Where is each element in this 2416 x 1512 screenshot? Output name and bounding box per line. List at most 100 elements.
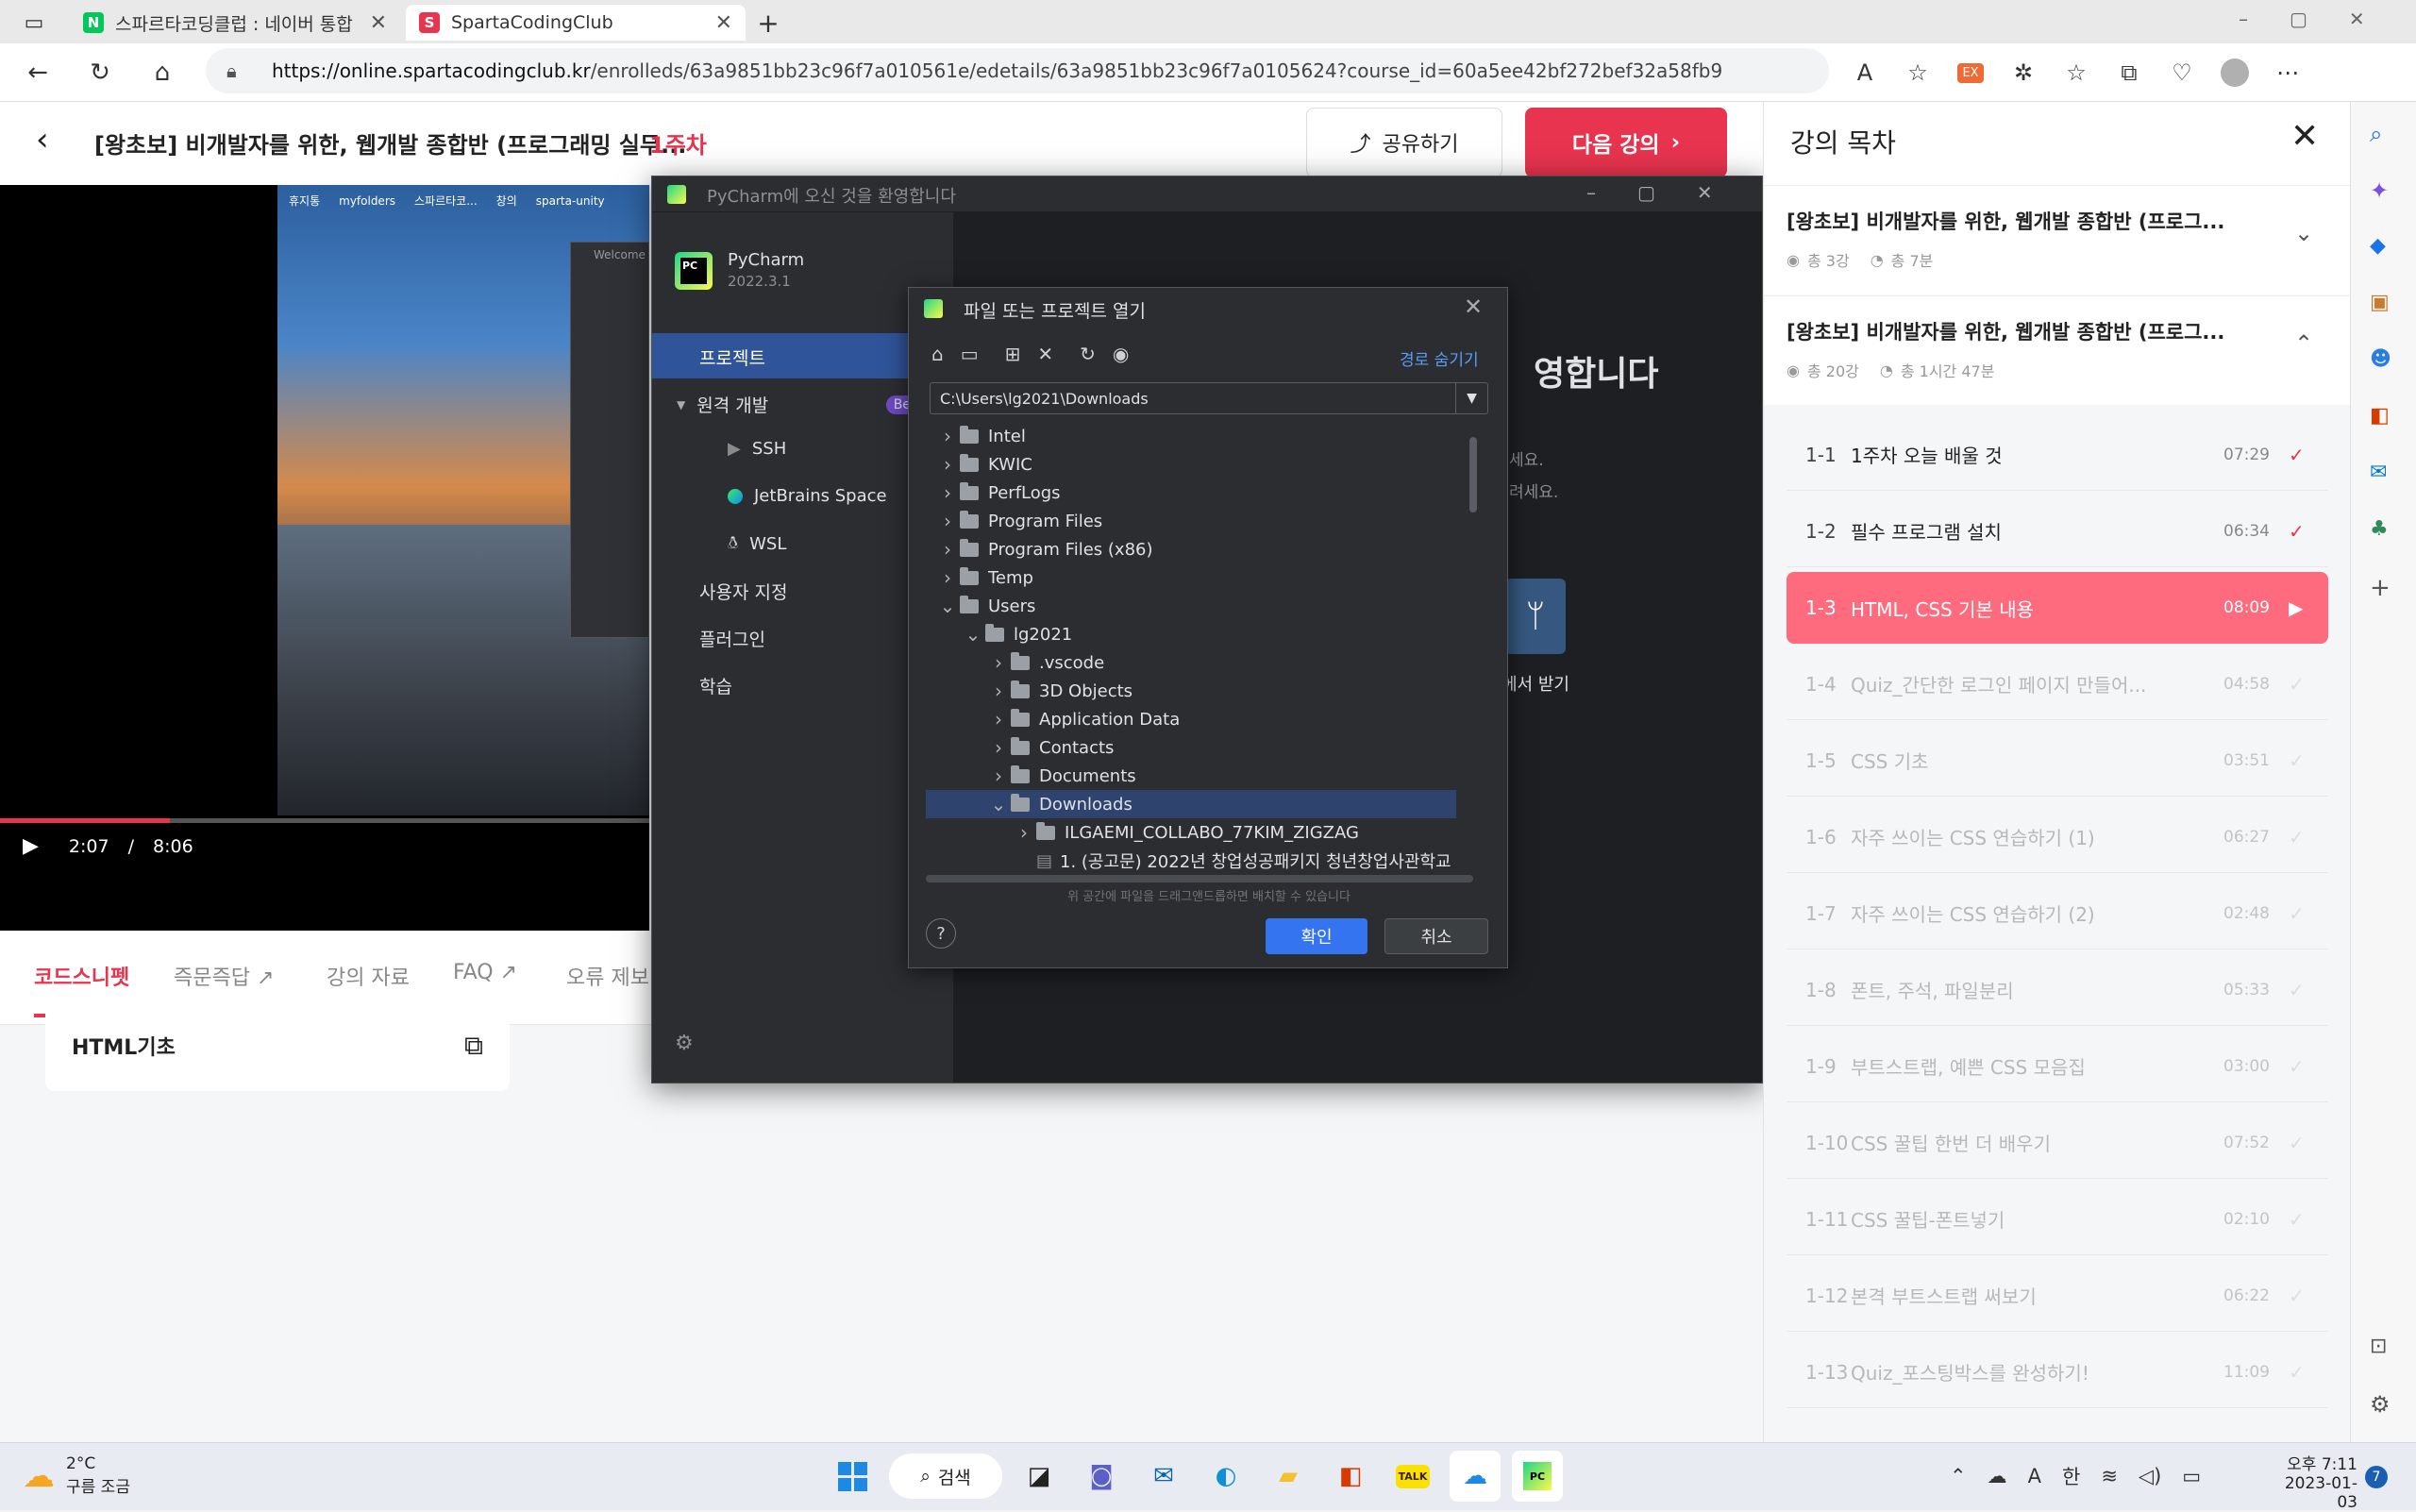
clock[interactable]: 오후 7:11 2023-01-03 xyxy=(2267,1451,2357,1512)
home-icon[interactable]: ⌂ xyxy=(931,343,944,365)
chevron-down-icon[interactable]: ⌄ xyxy=(961,623,985,646)
tab-qna[interactable]: 즉문즉답 ↗ xyxy=(174,961,274,991)
settings-gear-icon[interactable]: ⚙ xyxy=(2370,1391,2391,1418)
tree-node[interactable]: › .vscode xyxy=(926,648,1456,677)
chevron-down-icon[interactable]: ⌄ xyxy=(935,595,960,617)
chevron-down-icon[interactable]: ▼ xyxy=(1455,383,1487,413)
games-icon[interactable]: ☻ xyxy=(2370,347,2391,371)
extension-icon[interactable]: EX xyxy=(1952,54,1989,92)
home-icon[interactable]: ⌂ xyxy=(142,52,183,93)
ime-han-indicator[interactable]: 한 xyxy=(2062,1462,2080,1490)
toc-section-2[interactable]: [왕초보] 비개발자를 위한, 웹개발 종합반 (프로그... ◉ 총 20강 ◔… xyxy=(1764,295,2351,405)
nav-remote-dev[interactable]: ▼ 원격 개발 Beta xyxy=(677,392,931,417)
nav-learn[interactable]: 학습 xyxy=(699,673,732,698)
close-icon[interactable]: ✕ xyxy=(370,11,387,35)
chevron-right-icon[interactable]: › xyxy=(1012,821,1036,844)
chevron-down-icon[interactable]: ⌄ xyxy=(986,793,1011,815)
add-icon[interactable]: + xyxy=(2370,574,2391,602)
tree-node[interactable]: › Program Files (x86) xyxy=(926,535,1456,563)
extensions-puzzle-icon[interactable]: ✲ xyxy=(2005,54,2042,92)
mail-icon[interactable]: ✉ xyxy=(1138,1451,1189,1502)
chevron-right-icon[interactable]: › xyxy=(986,736,1011,759)
ok-button[interactable]: 확인 xyxy=(1266,918,1367,954)
favorite-add-icon[interactable]: ☆ xyxy=(1899,54,1937,92)
chevron-right-icon[interactable]: › xyxy=(935,453,960,476)
next-lesson-button[interactable]: 다음 강의 › xyxy=(1525,108,1727,177)
teams-chat-icon[interactable]: ◙ xyxy=(1076,1451,1127,1502)
search-icon[interactable]: ⌕ xyxy=(2370,121,2382,147)
chevron-right-icon[interactable]: › xyxy=(935,510,960,532)
video-player[interactable]: Welcome 휴지통 myfolders 스파르타코... 창의 sparta… xyxy=(0,185,649,931)
refresh-icon[interactable]: ↻ xyxy=(79,52,121,93)
show-hidden-icon[interactable]: ◉ xyxy=(1113,343,1129,365)
network-error-icon[interactable]: ☁ xyxy=(1988,1465,2007,1487)
tree-node[interactable]: › Temp xyxy=(926,563,1456,592)
volume-icon[interactable]: ◁) xyxy=(2139,1465,2161,1487)
chevron-right-icon[interactable]: › xyxy=(935,481,960,504)
profile-avatar[interactable] xyxy=(2216,54,2254,92)
tab-faq[interactable]: FAQ ↗ xyxy=(453,961,517,984)
battery-icon[interactable]: ▭ xyxy=(2182,1465,2201,1487)
back-arrow-icon[interactable]: ‹ xyxy=(36,121,49,159)
photos-icon[interactable]: ☁ xyxy=(1450,1451,1501,1502)
path-input[interactable]: C:\Users\lg2021\Downloads ▼ xyxy=(930,382,1488,414)
kakaotalk-icon[interactable]: TALK xyxy=(1387,1451,1438,1502)
pycharm-window-controls[interactable]: –▢✕ xyxy=(1586,181,1754,204)
tree-scrollbar[interactable] xyxy=(1469,437,1477,512)
new-tab-icon[interactable]: + xyxy=(747,2,789,43)
lesson-item[interactable]: 1-10 CSS 꿀팁 한번 더 배우기 07:52 ✓ xyxy=(1787,1107,2328,1179)
wifi-icon[interactable]: ≋ xyxy=(2101,1465,2118,1487)
tree-node[interactable]: › ILGAEMI_COLLABO_77KIM_ZIGZAG xyxy=(926,818,1456,847)
lesson-item[interactable]: 1-7 자주 쓰이는 CSS 연습하기 (2) 02:48 ✓ xyxy=(1787,878,2328,949)
chevron-right-icon[interactable]: › xyxy=(986,680,1011,702)
tree-node[interactable]: › KWIC xyxy=(926,450,1456,479)
play-icon[interactable]: ▶ xyxy=(23,834,39,858)
tree-node[interactable]: › Documents xyxy=(926,762,1456,790)
nav-plugins[interactable]: 플러그인 xyxy=(699,626,765,651)
pycharm-taskbar-icon[interactable]: PC xyxy=(1512,1451,1563,1502)
read-aloud-icon[interactable]: A xyxy=(1846,54,1884,92)
chevron-right-icon[interactable]: › xyxy=(986,708,1011,731)
lesson-item[interactable]: 1-6 자주 쓰이는 CSS 연습하기 (1) 06:27 ✓ xyxy=(1787,801,2328,873)
close-icon[interactable]: ✕ xyxy=(1464,294,1483,320)
nav-projects[interactable]: 프로젝트 xyxy=(699,344,765,370)
tab-code-snippet[interactable]: 코드스니펫 xyxy=(34,961,129,991)
toc-section-1[interactable]: [왕초보] 비개발자를 위한, 웹개발 종합반 (프로그... ◉ 총 3강 ◔ 총… xyxy=(1764,185,2351,294)
delete-icon[interactable]: ✕ xyxy=(1037,343,1053,365)
tree-node[interactable]: ▤ 1. (공고문) 2022년 창업성공패키지 청년창업사관학교 xyxy=(926,847,1456,875)
favorites-icon[interactable]: ☆ xyxy=(2057,54,2095,92)
tree-node[interactable]: › Application Data xyxy=(926,705,1456,733)
new-folder-icon[interactable]: ⊞ xyxy=(1005,343,1021,365)
file-explorer-icon[interactable]: ▰ xyxy=(1263,1451,1314,1502)
tools-icon[interactable]: ▣ xyxy=(2370,291,2390,314)
lesson-item[interactable]: 1-12 본격 부트스트랩 써보기 06:22 ✓ xyxy=(1787,1260,2328,1332)
nav-customize[interactable]: 사용자 지정 xyxy=(699,579,787,604)
lesson-item[interactable]: 1-3 HTML, CSS 기본 내용 08:09 ▶ xyxy=(1787,572,2328,644)
chevron-right-icon[interactable]: › xyxy=(935,425,960,447)
lesson-item[interactable]: 1-2 필수 프로그램 설치 06:34 ✓ xyxy=(1787,496,2328,567)
split-screen-icon[interactable]: ⊡ xyxy=(2370,1335,2387,1358)
tree-node[interactable]: ⌄ Users xyxy=(926,592,1456,620)
url-field[interactable]: 🔒︎ https://online.spartacodingclub.kr/en… xyxy=(206,48,1829,93)
window-controls[interactable]: –▢✕ xyxy=(2239,8,2407,30)
back-icon[interactable]: ← xyxy=(17,52,59,93)
tree-node[interactable]: › Contacts xyxy=(926,733,1456,762)
tree-node[interactable]: › Program Files xyxy=(926,507,1456,535)
chevron-right-icon[interactable]: › xyxy=(935,538,960,561)
lesson-item[interactable]: 1-5 CSS 기초 03:51 ✓ xyxy=(1787,725,2328,797)
lesson-item[interactable]: 1-4 Quiz_간단한 로그인 페이지 만들어... 04:58 ✓ xyxy=(1787,648,2328,720)
outlook-icon[interactable]: ✉ xyxy=(2370,461,2387,484)
tab-naver[interactable]: N 스파르타코딩클럽 : 네이버 통합 ✕ xyxy=(70,5,400,41)
tree-node[interactable]: › 3D Objects xyxy=(926,677,1456,705)
hide-path-link[interactable]: 경로 숨기기 xyxy=(1400,346,1479,370)
nav-jetbrains-space[interactable]: JetBrains Space xyxy=(728,486,887,506)
tree-node[interactable]: › PerfLogs xyxy=(926,479,1456,507)
vcs-branch-icon[interactable]: ᛘ xyxy=(1505,579,1566,654)
file-tree[interactable]: › Intel › KWIC › PerfLogs › Program Files › Progr… xyxy=(926,422,1456,888)
lesson-item[interactable]: 1-1 1주차 오늘 배울 것 07:29 ✓ xyxy=(1787,419,2328,491)
tree-node[interactable]: ⌄ Downloads xyxy=(926,790,1456,818)
more-menu-icon[interactable]: ⋯ xyxy=(2269,54,2307,92)
chevron-right-icon[interactable]: › xyxy=(986,764,1011,787)
tree-hscrollbar[interactable] xyxy=(926,875,1473,882)
weather-widget[interactable]: ☁ 2°C 구름 조금 xyxy=(23,1454,130,1497)
